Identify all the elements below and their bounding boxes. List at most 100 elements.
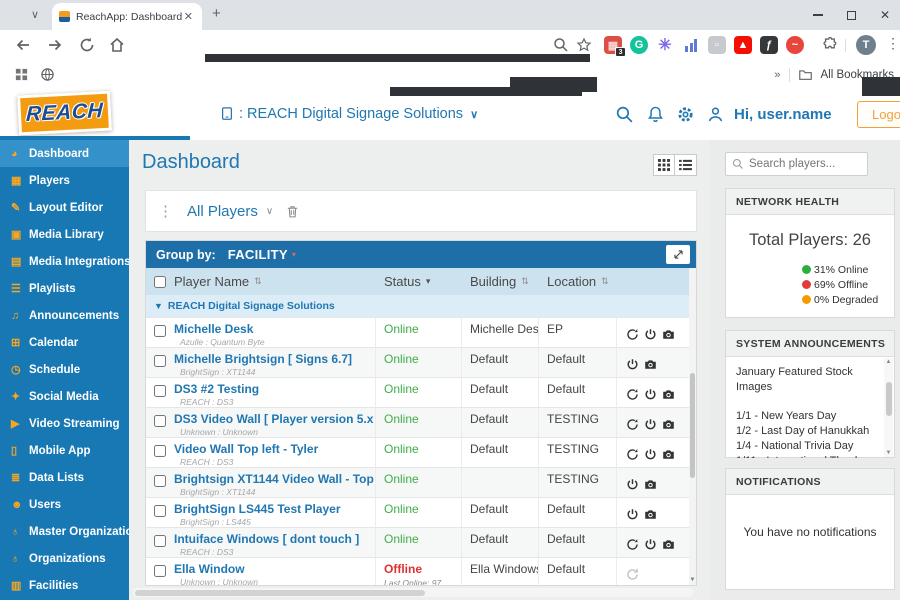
- browser-tab[interactable]: ReachApp: Dashboard ✕: [52, 3, 202, 30]
- grammarly-extension-icon[interactable]: G: [630, 36, 648, 54]
- scrollbar-thumb[interactable]: [886, 382, 892, 416]
- camera-icon[interactable]: [644, 478, 657, 491]
- home-icon[interactable]: [108, 36, 126, 54]
- power-icon[interactable]: [626, 478, 639, 491]
- profile-avatar[interactable]: T: [856, 35, 876, 55]
- table-expand-button[interactable]: [666, 245, 690, 264]
- camera-icon[interactable]: [662, 448, 675, 461]
- table-vertical-scrollbar[interactable]: ▼: [689, 268, 696, 585]
- reload-icon[interactable]: [78, 36, 96, 54]
- row-checkbox[interactable]: [154, 505, 166, 517]
- facility-group-row[interactable]: ▼ REACH Digital Signage Solutions: [146, 295, 696, 317]
- power-icon[interactable]: [644, 448, 657, 461]
- row-checkbox[interactable]: [154, 535, 166, 547]
- refresh-icon[interactable]: [626, 568, 639, 581]
- scrollbar-down-arrow[interactable]: ▼: [689, 577, 696, 583]
- scrollbar-up-arrow[interactable]: ▲: [884, 359, 893, 365]
- sidebar-item-layout-editor[interactable]: ✎Layout Editor: [0, 194, 129, 221]
- row-checkbox[interactable]: [154, 415, 166, 427]
- camera-icon[interactable]: [662, 538, 675, 551]
- horizontal-scrollbar[interactable]: [133, 588, 693, 597]
- sidebar-item-announcements[interactable]: ♫Announcements: [0, 302, 129, 329]
- purple-flower-extension-icon[interactable]: ✳: [656, 36, 674, 54]
- gear-icon[interactable]: [676, 105, 695, 124]
- power-icon[interactable]: [644, 388, 657, 401]
- sidebar-item-calendar[interactable]: ⊞Calendar: [0, 329, 129, 356]
- camera-icon[interactable]: [644, 358, 657, 371]
- row-checkbox[interactable]: [154, 385, 166, 397]
- red-grid-extension-icon[interactable]: ▦3: [604, 36, 622, 54]
- sort-icon[interactable]: ⇅: [254, 276, 262, 287]
- power-icon[interactable]: [644, 538, 657, 551]
- zoom-icon[interactable]: [553, 37, 569, 53]
- row-checkbox[interactable]: [154, 355, 166, 367]
- sidebar-item-master-organizations[interactable]: ♁Master Organizations: [0, 518, 129, 545]
- filter-kebab-icon[interactable]: ⋮: [158, 202, 173, 220]
- sidebar-item-mobile-app[interactable]: ▯Mobile App: [0, 437, 129, 464]
- column-location[interactable]: Location: [547, 274, 596, 289]
- user-icon[interactable]: [706, 105, 725, 124]
- refresh-icon[interactable]: [626, 328, 639, 341]
- scrollbar-thumb[interactable]: [690, 373, 695, 478]
- bar-chart-extension-icon[interactable]: [682, 36, 700, 54]
- reach-logo[interactable]: REACH: [17, 91, 112, 136]
- chevron-down-icon[interactable]: ∨: [266, 206, 273, 217]
- groupby-value[interactable]: FACILITY: [228, 247, 288, 262]
- bookmark-star-icon[interactable]: [576, 37, 592, 53]
- player-name-link[interactable]: Video Wall Top left - Tyler: [174, 442, 318, 456]
- pdf-extension-icon[interactable]: ▲: [734, 36, 752, 54]
- sort-icon[interactable]: ⇅: [521, 276, 529, 287]
- sidebar-item-facilities[interactable]: ▥Facilities: [0, 572, 129, 599]
- camera-icon[interactable]: [662, 388, 675, 401]
- sidebar-item-users[interactable]: ☻Users: [0, 491, 129, 518]
- power-icon[interactable]: [644, 418, 657, 431]
- search-players-input[interactable]: [749, 158, 859, 170]
- camera-icon[interactable]: [644, 508, 657, 521]
- sidebar-item-social-media[interactable]: ✦Social Media: [0, 383, 129, 410]
- window-minimize-button[interactable]: [813, 14, 823, 15]
- row-checkbox[interactable]: [154, 445, 166, 457]
- announcements-scrollbar[interactable]: ▲ ▼: [884, 358, 893, 457]
- back-icon[interactable]: [14, 36, 32, 54]
- scrollbar-down-arrow[interactable]: ▼: [884, 450, 893, 456]
- trash-icon[interactable]: [285, 204, 300, 219]
- power-icon[interactable]: [644, 328, 657, 341]
- scrollbar-thumb[interactable]: [135, 590, 425, 596]
- sort-desc-icon[interactable]: ▾: [426, 276, 431, 287]
- tab-close-icon[interactable]: ✕: [182, 10, 195, 23]
- sidebar-item-dashboard[interactable]: ◕Dashboard: [0, 140, 129, 167]
- camera-icon[interactable]: [662, 328, 675, 341]
- power-icon[interactable]: [626, 358, 639, 371]
- sidebar-item-data-lists[interactable]: ≣Data Lists: [0, 464, 129, 491]
- extensions-puzzle-icon[interactable]: [822, 37, 838, 53]
- camera-icon[interactable]: [662, 418, 675, 431]
- sidebar-item-organizations[interactable]: ♁Organizations: [0, 545, 129, 572]
- window-close-button[interactable]: ✕: [880, 10, 890, 20]
- grid-view-button[interactable]: [653, 154, 675, 176]
- sort-icon[interactable]: ⇅: [601, 276, 609, 287]
- gray-extension-icon[interactable]: ▫: [708, 36, 726, 54]
- sidebar-item-media-library[interactable]: ▣Media Library: [0, 221, 129, 248]
- window-maximize-button[interactable]: [847, 11, 856, 20]
- search-icon[interactable]: [615, 105, 634, 124]
- player-name-link[interactable]: Brightsign XT1144 Video Wall - Top Right: [174, 472, 376, 486]
- players-filter-dropdown[interactable]: All Players: [187, 203, 258, 220]
- bookmarks-overflow-icon[interactable]: »: [774, 69, 780, 81]
- apps-grid-icon[interactable]: [14, 67, 29, 82]
- player-name-link[interactable]: DS3 Video Wall [ Player version 5.x ]: [174, 412, 376, 426]
- organization-selector[interactable]: : REACH Digital Signage Solutions ∨: [220, 106, 478, 122]
- refresh-icon[interactable]: [626, 448, 639, 461]
- red-circle-extension-icon[interactable]: ~: [786, 36, 804, 54]
- column-player-name[interactable]: Player Name: [174, 274, 249, 289]
- power-icon[interactable]: [626, 508, 639, 521]
- sidebar-item-playlists[interactable]: ☰Playlists: [0, 275, 129, 302]
- sidebar-item-video-streaming[interactable]: ▶Video Streaming: [0, 410, 129, 437]
- player-name-link[interactable]: Ella Window: [174, 562, 258, 576]
- forward-icon[interactable]: [46, 36, 64, 54]
- player-name-link[interactable]: Intuiface Windows [ dont touch ]: [174, 532, 359, 546]
- player-name-link[interactable]: Michelle Brightsign [ Signs 6.7]: [174, 352, 352, 366]
- select-all-checkbox[interactable]: [154, 276, 166, 288]
- column-building[interactable]: Building: [470, 274, 516, 289]
- refresh-icon[interactable]: [626, 388, 639, 401]
- browser-menu-icon[interactable]: ⋮: [886, 35, 900, 52]
